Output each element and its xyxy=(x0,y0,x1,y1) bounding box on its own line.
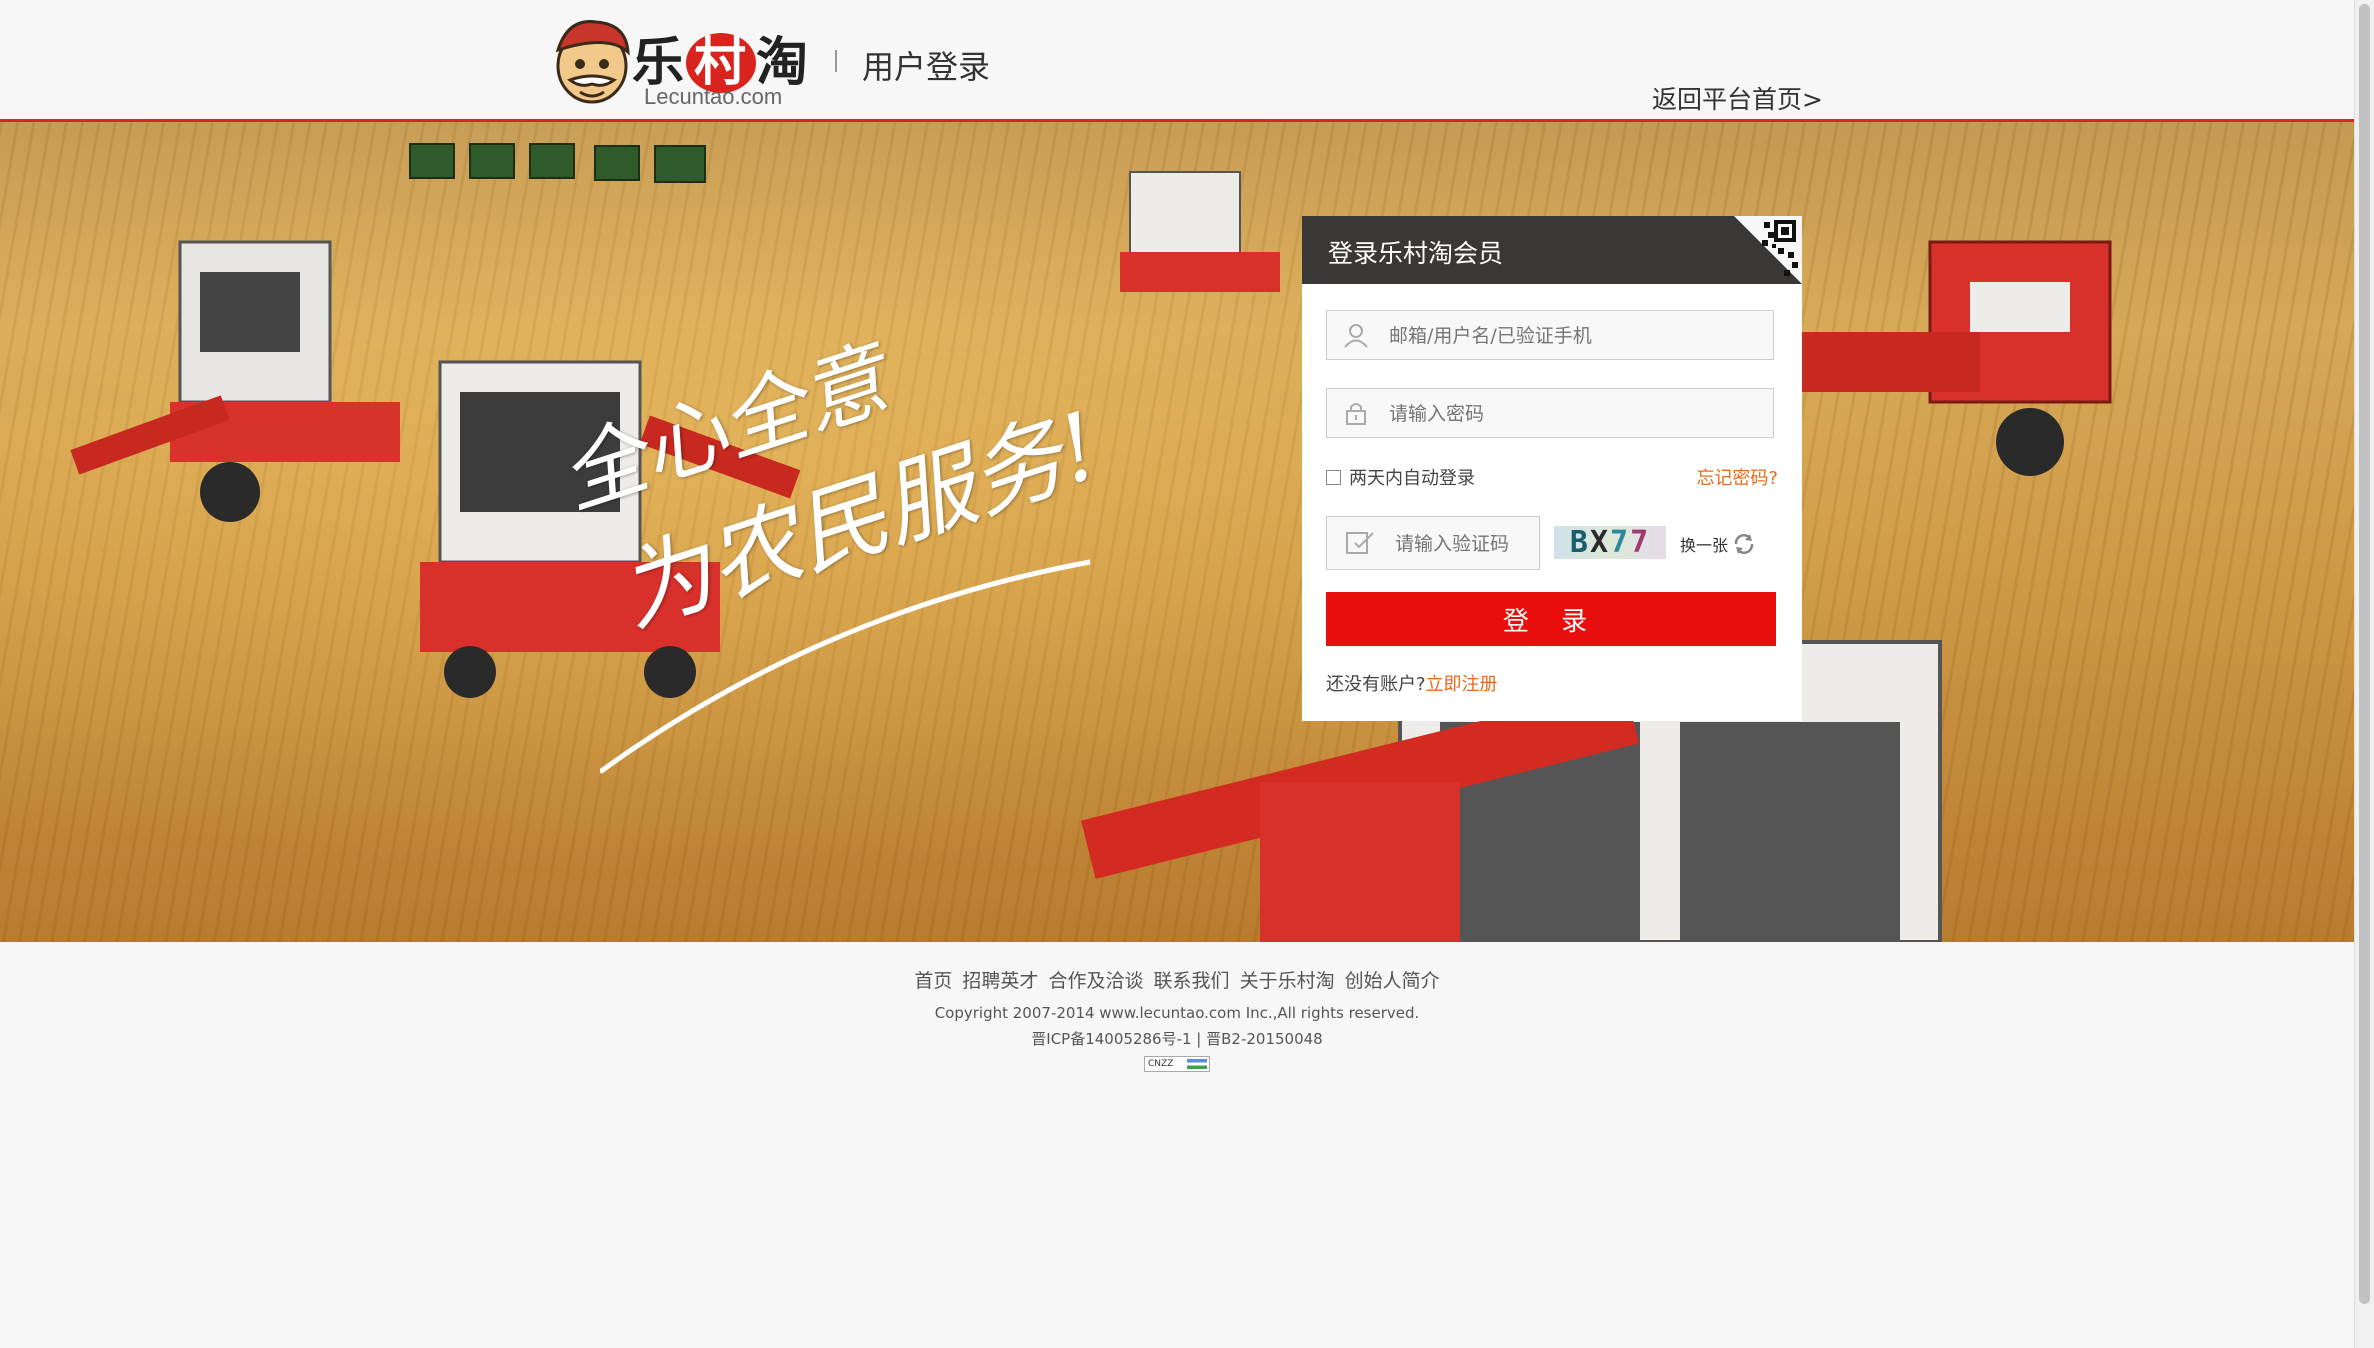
slogan-swoosh-icon xyxy=(600,559,1091,775)
footer-link-jobs[interactable]: 招聘英才 xyxy=(962,970,1038,992)
captcha-field[interactable] xyxy=(1326,516,1540,571)
login-title: 登录乐村淘会员 xyxy=(1328,239,1504,268)
login-panel: 登录乐村淘会员 两天内自动登录 忘记密码? xyxy=(1302,216,1802,721)
password-input[interactable] xyxy=(1387,389,1761,439)
footer-link-contact[interactable]: 联系我们 xyxy=(1154,970,1230,992)
refresh-icon xyxy=(1734,534,1754,554)
icp-text: 晋ICP备14005286号-1 | 晋B2-20150048 xyxy=(1031,1030,1323,1048)
user-icon xyxy=(1344,324,1368,348)
refresh-label: 换一张 xyxy=(1680,536,1729,555)
cnzz-label: CNZZ xyxy=(1148,1059,1174,1069)
copyright-text: Copyright 2007-2014 www.lecuntao.com Inc… xyxy=(934,1004,1420,1022)
page-title: 用户登录 xyxy=(862,48,991,86)
header-divider xyxy=(835,50,837,72)
username-field[interactable] xyxy=(1326,310,1774,361)
footer-link-about[interactable]: 关于乐村淘 xyxy=(1240,970,1335,992)
register-prompt: 还没有账户?立即注册 xyxy=(1326,670,1498,696)
captcha-char: 7 xyxy=(1630,525,1651,560)
header: 乐村淘 Lecuntao.com 用户登录 返回平台首页> xyxy=(0,0,2354,120)
captcha-char: X xyxy=(1589,525,1610,560)
hero-banner: 全心全意 为农民服务! xyxy=(0,122,2354,942)
harvester-top-image xyxy=(1120,171,1280,292)
qr-code-icon[interactable] xyxy=(1734,216,1802,284)
cnzz-flag-icon xyxy=(1187,1059,1207,1069)
remember-label: 两天内自动登录 xyxy=(1349,468,1475,489)
distant-harvesters-image xyxy=(409,143,706,183)
captcha-char: 7 xyxy=(1610,525,1631,560)
mascot-icon xyxy=(555,20,630,104)
login-button[interactable]: 登 录 xyxy=(1326,592,1776,646)
footer-nav: 首页 招聘英才 合作及洽谈 联系我们 关于乐村淘 创始人简介 xyxy=(0,966,2354,993)
forgot-password-link[interactable]: 忘记密码? xyxy=(1696,464,1778,490)
login-header: 登录乐村淘会员 xyxy=(1302,216,1802,284)
lock-icon xyxy=(1346,403,1366,425)
username-input[interactable] xyxy=(1387,311,1761,361)
footer-link-cooperation[interactable]: 合作及洽谈 xyxy=(1048,970,1143,992)
scrollbar-thumb[interactable] xyxy=(2359,4,2370,1304)
password-field[interactable] xyxy=(1326,388,1774,439)
captcha-input[interactable] xyxy=(1393,517,1537,571)
captcha-image[interactable]: BX77 xyxy=(1554,526,1666,559)
page-scrollbar[interactable] xyxy=(2354,0,2374,1348)
remember-checkbox[interactable] xyxy=(1326,469,1341,485)
back-to-home-link[interactable]: 返回平台首页> xyxy=(1652,80,1823,116)
captcha-char: B xyxy=(1569,525,1590,560)
register-link[interactable]: 立即注册 xyxy=(1426,674,1498,695)
cnzz-badge[interactable]: CNZZ xyxy=(1144,1056,1210,1072)
footer-link-home[interactable]: 首页 xyxy=(914,970,952,992)
site-logo[interactable]: 乐村淘 Lecuntao.com xyxy=(548,14,813,114)
footer-link-founder[interactable]: 创始人简介 xyxy=(1345,970,1440,992)
no-account-label: 还没有账户? xyxy=(1326,674,1426,695)
harvester-right-image xyxy=(1800,240,2112,476)
refresh-captcha-button[interactable]: 换一张 xyxy=(1680,532,1756,556)
captcha-edit-icon xyxy=(1346,532,1374,554)
remember-me[interactable]: 两天内自动登录 xyxy=(1326,464,1475,490)
logo-domain: Lecuntao.com xyxy=(644,84,783,109)
